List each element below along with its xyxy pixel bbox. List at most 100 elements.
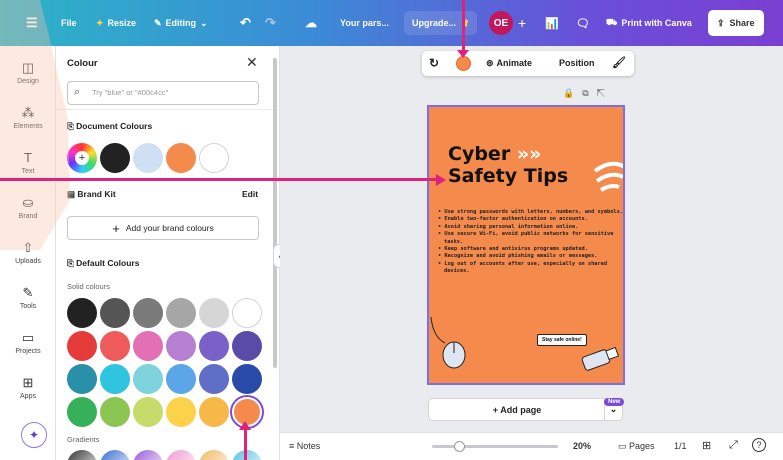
- tip-item: • Recognize and avoid phishing emails or…: [438, 253, 598, 260]
- gradient-swatch[interactable]: [166, 450, 196, 460]
- plus-icon: +: [112, 220, 120, 236]
- add-page-icon[interactable]: ⇱: [597, 88, 613, 98]
- duplicate-icon[interactable]: ⧉: [582, 88, 596, 98]
- solid-colour-swatch[interactable]: [232, 364, 262, 394]
- page-controls: 🔒⧉⇱: [563, 88, 613, 99]
- tip-item: • Enable two-factor authentication on ac…: [438, 216, 588, 223]
- search-placeholder: Try "blue" or "#00c4cc": [92, 88, 169, 97]
- magic-icon[interactable]: ✦: [21, 422, 47, 448]
- document-colour-swatch[interactable]: [166, 143, 196, 173]
- avatar[interactable]: OE: [489, 0, 513, 46]
- zoom-slider[interactable]: [432, 441, 558, 452]
- rail-tools[interactable]: ✎ Tools: [0, 285, 56, 311]
- solid-colour-swatch[interactable]: [166, 331, 196, 361]
- solid-colour-swatch[interactable]: [100, 298, 130, 328]
- gradients-label: Gradients: [67, 435, 100, 444]
- colour-picker-button[interactable]: [456, 56, 471, 71]
- add-collaborator-icon[interactable]: +: [518, 0, 526, 46]
- undo-icon[interactable]: ↶: [240, 0, 251, 46]
- gradient-swatch[interactable]: [67, 450, 97, 460]
- document-colour-swatch[interactable]: [133, 143, 163, 173]
- annotation-arrow: [244, 428, 247, 460]
- gradient-swatch[interactable]: [133, 450, 163, 460]
- design-title[interactable]: Your pars...: [340, 0, 389, 46]
- grid-view-icon[interactable]: ⊞: [702, 439, 711, 452]
- solid-colour-swatch[interactable]: [199, 298, 229, 328]
- folder-icon: ▭: [21, 330, 35, 345]
- zoom-level[interactable]: 20%: [573, 441, 591, 451]
- document-colour-swatch[interactable]: [199, 143, 229, 173]
- solid-colour-swatch[interactable]: [133, 364, 163, 394]
- gradient-swatch[interactable]: [100, 450, 130, 460]
- solid-colour-swatch[interactable]: [100, 331, 130, 361]
- help-icon[interactable]: ?: [752, 438, 766, 452]
- paint-roller-icon[interactable]: 🖌: [612, 56, 626, 69]
- solid-colour-swatch[interactable]: [166, 364, 196, 394]
- solid-colour-swatch[interactable]: [67, 397, 97, 427]
- palette-icon: ⎘: [67, 258, 77, 268]
- annotation-arrowhead: [457, 50, 469, 58]
- gradient-swatch[interactable]: [232, 450, 262, 460]
- solid-colour-swatch[interactable]: [67, 298, 97, 328]
- notes-button[interactable]: ≡ Notes: [289, 441, 320, 451]
- resize-button[interactable]: ✦ Resize: [96, 0, 136, 46]
- chevron-down-icon: ⌄: [200, 17, 208, 28]
- print-with-canva-button[interactable]: ⛟ Print with Canva: [606, 0, 692, 46]
- poster-title: Cyber »» Safety Tips: [448, 143, 569, 187]
- pencil-icon: ✎: [154, 17, 162, 28]
- solid-colour-swatch[interactable]: [133, 298, 163, 328]
- editing-mode-button[interactable]: ✎ Editing ⌄: [154, 0, 208, 46]
- solid-colour-swatch[interactable]: [67, 364, 97, 394]
- solid-colour-swatch[interactable]: [199, 364, 229, 394]
- annotation-arrowhead: [239, 421, 251, 430]
- solid-colour-swatch[interactable]: [67, 331, 97, 361]
- cloud-save-icon[interactable]: ☁: [305, 0, 317, 46]
- bottom-bar: ≡ Notes 20% ▭ Pages 1/1 ⊞ ⤢ ?: [280, 432, 783, 460]
- position-button[interactable]: Position: [559, 58, 595, 68]
- solid-colour-swatch[interactable]: [232, 331, 262, 361]
- tip-item: • Use strong passwords with letters, num…: [438, 209, 623, 215]
- solid-colour-swatch[interactable]: [100, 397, 130, 427]
- poster-page[interactable]: Cyber »» Safety Tips • Use strong passwor…: [427, 105, 625, 385]
- chevrons-graphic: »»: [516, 143, 542, 165]
- pages-button[interactable]: ▭ Pages: [618, 441, 655, 452]
- document-colour-swatch[interactable]: [100, 143, 130, 173]
- truck-icon: ⛟: [606, 17, 618, 27]
- default-colours-heading: ⎘ Default Colours: [67, 258, 140, 268]
- zoom-slider-handle[interactable]: [454, 441, 465, 452]
- annotation-arrow: [462, 0, 465, 54]
- solid-colour-swatch[interactable]: [133, 397, 163, 427]
- solid-colour-swatch[interactable]: [199, 331, 229, 361]
- solid-colour-swatch[interactable]: [199, 397, 229, 427]
- comment-icon[interactable]: 🗨: [576, 0, 590, 46]
- redo-icon[interactable]: ↷: [265, 0, 276, 46]
- animate-button[interactable]: ⊚ Animate: [486, 58, 532, 69]
- analytics-icon[interactable]: 📊: [545, 0, 559, 46]
- animate-icon: ⊚: [486, 58, 494, 68]
- apps-icon: ⊞: [22, 375, 34, 390]
- fullscreen-icon[interactable]: ⤢: [729, 439, 738, 452]
- rotate-icon[interactable]: ↻: [429, 56, 439, 70]
- tip-item: • Avoid sharing personal information onl…: [438, 223, 579, 230]
- add-page-button[interactable]: + Add page ⌄: [428, 398, 623, 421]
- top-toolbar: ☰ File ✦ Resize ✎ Editing ⌄ ↶ ↷ ☁ Your pars…: [0, 0, 783, 46]
- context-toolbar: ↻ ⊚ Animate Position 🖌: [422, 51, 634, 76]
- tools-icon: ✎: [22, 285, 34, 300]
- decorative-stripe: [0, 0, 70, 250]
- share-icon: ⇪: [717, 17, 725, 28]
- solid-colour-swatch[interactable]: [100, 364, 130, 394]
- gradient-swatch[interactable]: [199, 450, 229, 460]
- upgrade-button[interactable]: Upgrade... ♛: [404, 0, 478, 46]
- share-button[interactable]: ⇪ Share: [708, 0, 764, 46]
- solid-colour-swatch[interactable]: [166, 298, 196, 328]
- rail-apps[interactable]: ⊞ Apps: [0, 375, 56, 401]
- notes-icon: ≡: [289, 441, 297, 451]
- solid-colour-swatch[interactable]: [133, 331, 163, 361]
- close-icon[interactable]: ✕: [246, 54, 258, 71]
- solid-colour-swatch[interactable]: [166, 397, 196, 427]
- panel-scrollbar[interactable]: [273, 58, 277, 368]
- lock-icon[interactable]: 🔒: [563, 88, 582, 98]
- solid-colour-swatch[interactable]: [232, 298, 262, 328]
- brand-kit-edit-link[interactable]: Edit: [242, 189, 258, 199]
- rail-projects[interactable]: ▭ Projects: [0, 330, 56, 356]
